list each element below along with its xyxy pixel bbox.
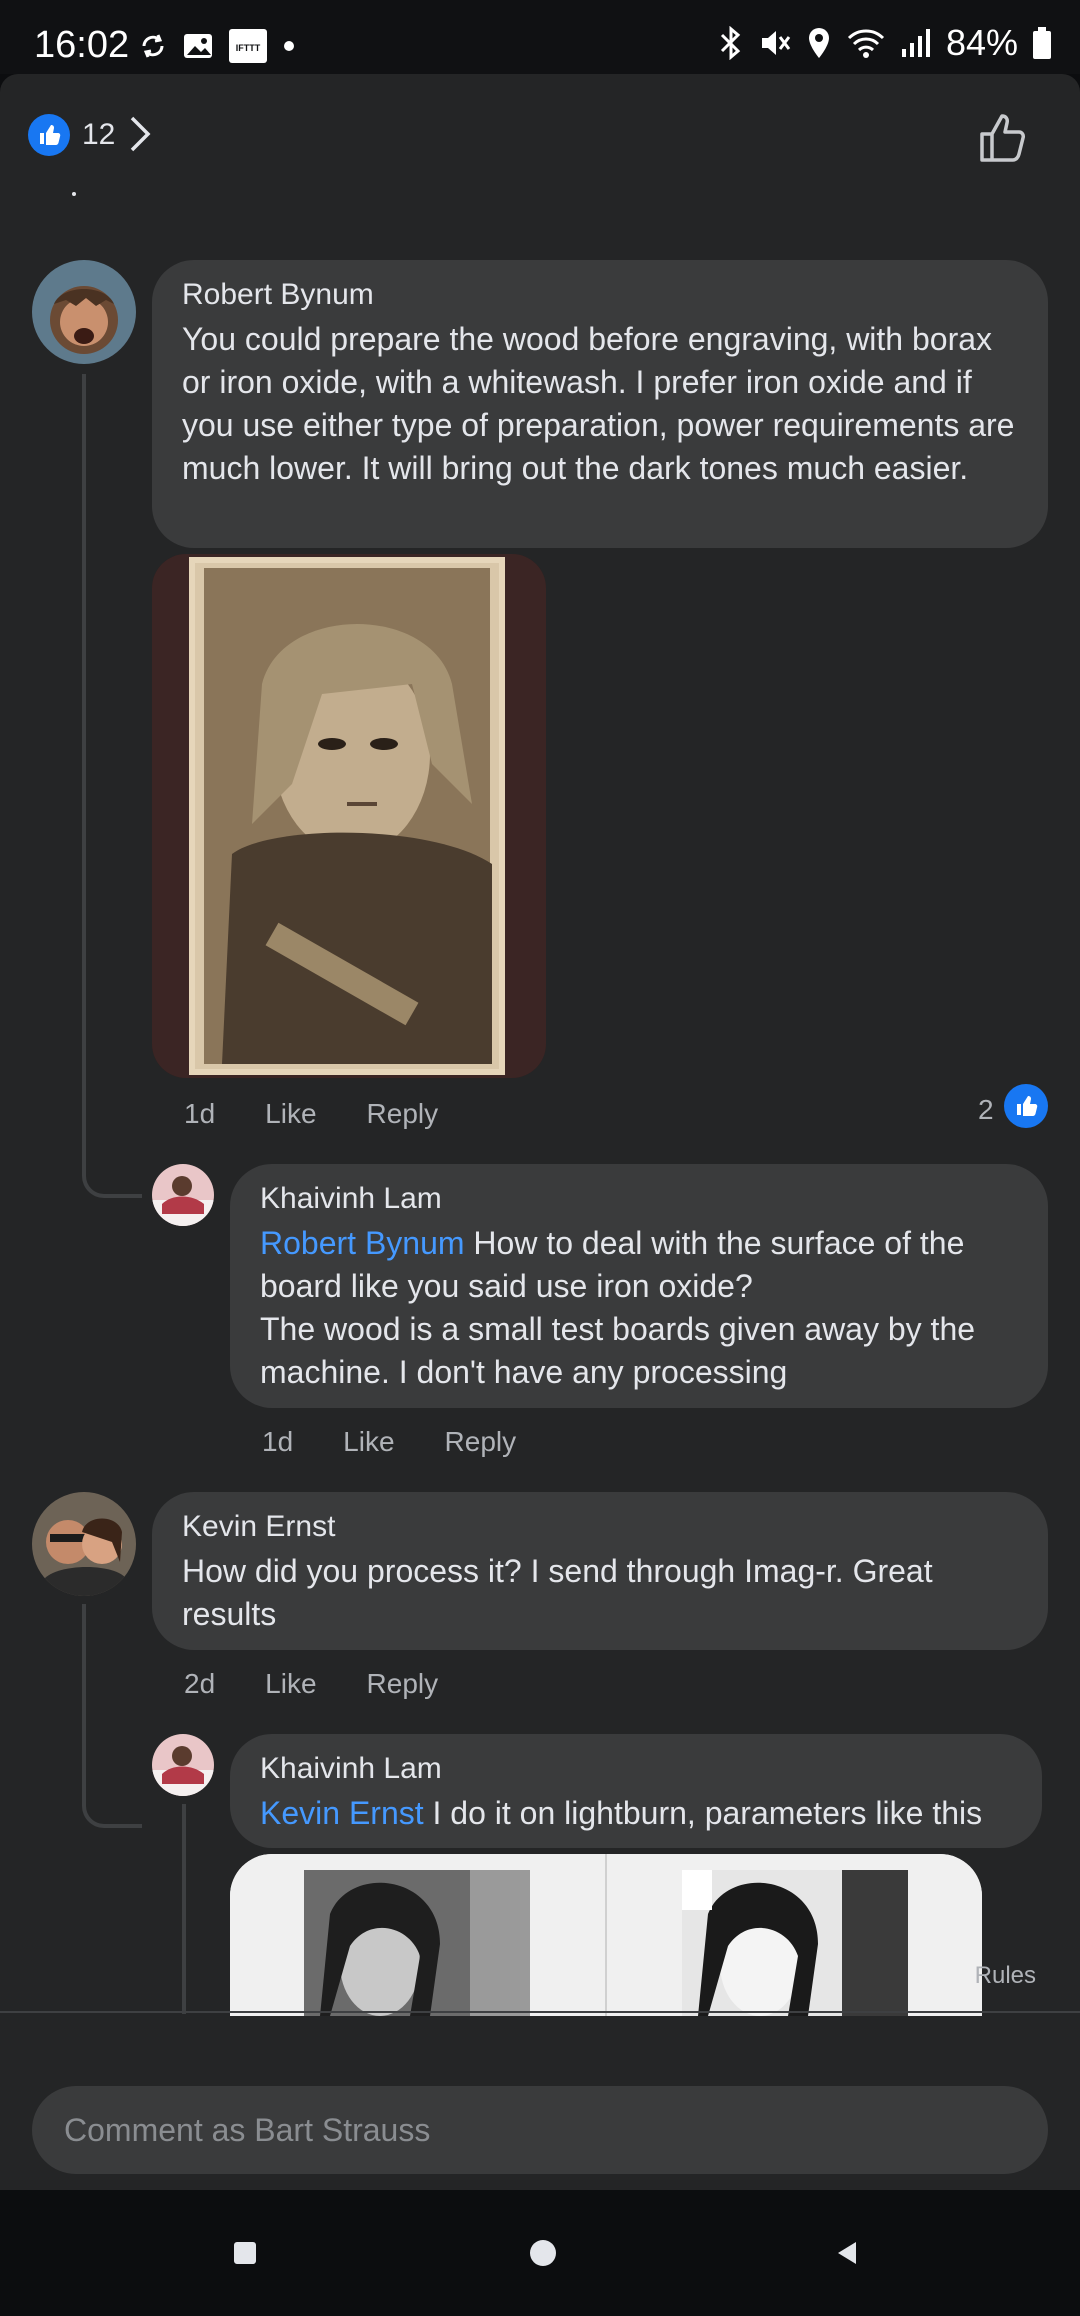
mention-link[interactable]: Kevin Ernst bbox=[260, 1795, 424, 1831]
svg-text:IFTTT: IFTTT bbox=[236, 43, 261, 53]
ifttt-icon: IFTTT bbox=[229, 29, 267, 63]
rules-link[interactable]: Rules bbox=[975, 1962, 1036, 1990]
comment-text: Robert Bynum How to deal with the surfac… bbox=[260, 1222, 1018, 1394]
thread-line bbox=[82, 374, 86, 1174]
comment-author[interactable]: Kevin Ernst bbox=[182, 1510, 1018, 1544]
status-time: 16:02 bbox=[34, 24, 130, 66]
thread-line bbox=[182, 1804, 186, 2014]
mention-link[interactable]: Robert Bynum bbox=[260, 1225, 465, 1261]
thread-connector bbox=[82, 1144, 142, 1198]
comment-text-part: The wood is a small test boards given aw… bbox=[260, 1311, 976, 1390]
wifi-icon bbox=[847, 29, 884, 58]
reply-link[interactable]: Reply bbox=[367, 1668, 439, 1700]
comment-bubble: Kevin Ernst How did you process it? I se… bbox=[152, 1492, 1048, 1650]
comment-author[interactable]: Robert Bynum bbox=[182, 278, 1018, 312]
avatar[interactable] bbox=[32, 260, 136, 364]
like-button-icon[interactable] bbox=[976, 110, 1032, 166]
mute-icon bbox=[761, 31, 791, 55]
comment-time[interactable]: 1d bbox=[184, 1098, 215, 1130]
dot-icon bbox=[284, 41, 294, 51]
comment-text: How did you process it? I send through I… bbox=[182, 1553, 933, 1632]
comment-input[interactable]: Comment as Bart Strauss bbox=[32, 2086, 1048, 2174]
back-icon[interactable] bbox=[834, 2240, 860, 2266]
status-bar: 16:02 IFTTT 84% bbox=[0, 0, 1080, 74]
avatar[interactable] bbox=[32, 1492, 136, 1596]
thread-connector bbox=[82, 1774, 142, 1828]
comment-time[interactable]: 2d bbox=[184, 1668, 215, 1700]
like-reaction-icon[interactable] bbox=[28, 114, 70, 156]
comment-text: You could prepare the wood before engrav… bbox=[182, 321, 1015, 486]
comment-text-part: I do it on lightburn, parameters like th… bbox=[432, 1795, 983, 1831]
comment-time[interactable]: 1d bbox=[262, 1426, 293, 1458]
bluetooth-icon bbox=[720, 26, 741, 60]
separator-dot bbox=[72, 192, 76, 196]
comment-reaction-count[interactable]: 2 bbox=[978, 1094, 994, 1126]
reply-link[interactable]: Reply bbox=[367, 1098, 439, 1130]
sync-icon bbox=[142, 34, 164, 58]
system-nav-bar bbox=[0, 2190, 1080, 2316]
comment-input-placeholder: Comment as Bart Strauss bbox=[64, 2111, 431, 2148]
comment-image-attachment[interactable] bbox=[230, 1854, 982, 2016]
like-link[interactable]: Like bbox=[343, 1426, 394, 1458]
like-link[interactable]: Like bbox=[265, 1668, 316, 1700]
reaction-count[interactable]: 12 bbox=[82, 118, 115, 152]
reactions-header: 12 bbox=[0, 74, 1080, 196]
comment-author[interactable]: Khaivinh Lam bbox=[260, 1182, 1018, 1216]
comment-actions: 1d Like Reply bbox=[184, 1098, 438, 1130]
comment-text: Kevin Ernst I do it on lightburn, parame… bbox=[260, 1792, 1012, 1835]
comment-bubble: Khaivinh Lam Robert Bynum How to deal wi… bbox=[230, 1164, 1048, 1408]
location-icon bbox=[808, 28, 829, 58]
comment-like-badge[interactable] bbox=[1004, 1084, 1048, 1128]
status-right: 84% bbox=[718, 22, 1052, 64]
avatar[interactable] bbox=[152, 1164, 214, 1226]
recents-icon[interactable] bbox=[232, 2240, 258, 2266]
comments-panel: 12 Robert Bynum You could prepare the wo… bbox=[0, 74, 1080, 2190]
comment-image[interactable] bbox=[152, 554, 546, 1078]
like-link[interactable]: Like bbox=[265, 1098, 316, 1130]
comment-actions: 1d Like Reply bbox=[262, 1426, 516, 1458]
reply-link[interactable]: Reply bbox=[445, 1426, 517, 1458]
divider bbox=[0, 2011, 1080, 2013]
battery-icon bbox=[1033, 27, 1051, 59]
comment-bubble: Khaivinh Lam Kevin Ernst I do it on ligh… bbox=[230, 1734, 1042, 1848]
status-left-icons: IFTTT bbox=[138, 28, 296, 64]
battery-percent: 84% bbox=[945, 22, 1018, 63]
thumbs-up-icon bbox=[1017, 1096, 1038, 1116]
chevron-right-icon[interactable] bbox=[128, 114, 152, 154]
comment-actions: 2d Like Reply bbox=[184, 1668, 438, 1700]
signal-icon bbox=[901, 29, 930, 57]
comment-author[interactable]: Khaivinh Lam bbox=[260, 1752, 1012, 1786]
thumbs-up-icon bbox=[40, 125, 61, 145]
comment-bubble: Robert Bynum You could prepare the wood … bbox=[152, 260, 1048, 548]
avatar[interactable] bbox=[152, 1734, 214, 1796]
gallery-icon bbox=[184, 34, 212, 58]
home-icon[interactable] bbox=[528, 2238, 558, 2268]
